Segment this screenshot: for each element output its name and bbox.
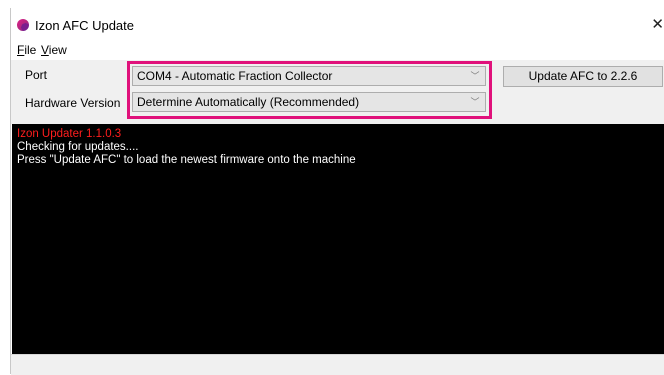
window-title: Izon AFC Update [35,18,134,33]
console-output[interactable]: Izon Updater 1.1.0.3 Checking for update… [12,124,664,354]
izon-logo-icon [17,19,29,31]
menu-file[interactable]: File [17,43,36,58]
console-line-header: Izon Updater 1.1.0.3 [17,128,122,140]
title-bar[interactable]: Izon AFC Update ✕ [11,8,664,42]
status-bar [11,354,664,375]
highlight-box [127,61,492,119]
app-window: Izon AFC Update ✕ File View Port Hardwar… [0,0,664,375]
menu-view-label: iew [48,43,67,57]
menu-bar: File View [11,42,664,60]
update-afc-button[interactable]: Update AFC to 2.2.6 [503,66,663,87]
console-line: Checking for updates.... [17,141,139,153]
menu-view-accelerator: V [41,43,49,57]
menu-file-label: ile [24,43,37,57]
port-label: Port [25,68,48,82]
console-line: Press "Update AFC" to load the newest fi… [17,154,356,166]
close-button[interactable]: ✕ [650,14,664,36]
hardware-version-label: Hardware Version [25,96,121,110]
menu-view[interactable]: View [41,43,67,58]
settings-panel: Port Hardware Version COM4 - Automatic F… [11,60,664,124]
